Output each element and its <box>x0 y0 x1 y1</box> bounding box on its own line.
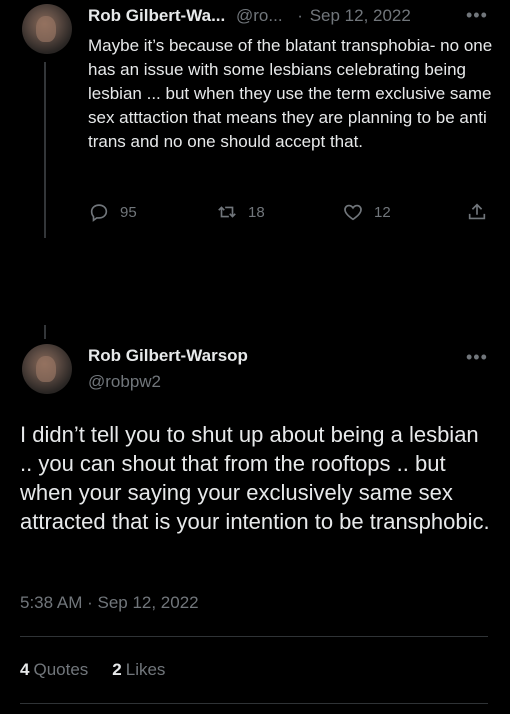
tweet-actions: 95 18 12 <box>88 201 488 225</box>
tweet-date[interactable]: Sep 12, 2022 <box>310 6 411 25</box>
tweet-header: Rob Gilbert-Wa... @ro... · Sep 12, 2022 <box>88 6 411 26</box>
tweet-text: Maybe it’s because of the blatant transp… <box>88 36 493 151</box>
quotes-count: 4 <box>20 660 30 679</box>
thread-line-top <box>44 62 46 238</box>
retweet-count: 18 <box>248 203 265 221</box>
reply-count: 95 <box>120 203 137 221</box>
separator: · <box>297 6 303 25</box>
share-icon <box>468 203 486 220</box>
more-dots-icon[interactable]: ••• <box>466 348 488 366</box>
engagement-stats: 4 Quotes 2 Likes <box>20 660 165 680</box>
share-button[interactable] <box>466 201 498 223</box>
divider <box>20 703 488 704</box>
retweet-button[interactable]: 18 <box>216 201 265 223</box>
author-handle[interactable]: @robpw2 <box>88 372 161 392</box>
likes-stat[interactable]: 2 Likes <box>112 660 165 680</box>
like-count: 12 <box>374 203 391 221</box>
author-name[interactable]: Rob Gilbert-Warsop <box>88 346 248 366</box>
likes-count: 2 <box>112 660 122 679</box>
reply-button[interactable]: 95 <box>88 201 137 223</box>
author-handle[interactable]: @ro... <box>236 6 283 25</box>
quotes-stat[interactable]: 4 Quotes <box>20 660 88 680</box>
heart-icon <box>344 204 362 221</box>
quotes-label: Quotes <box>33 660 89 679</box>
more-dots-icon[interactable]: ••• <box>466 6 488 24</box>
reply-icon <box>90 204 108 222</box>
retweet-icon <box>218 206 236 218</box>
avatar[interactable] <box>22 344 72 394</box>
tweet-text: I didn’t tell you to shut up about being… <box>20 422 490 534</box>
like-button[interactable]: 12 <box>342 201 391 223</box>
likes-label: Likes <box>125 660 166 679</box>
author-name[interactable]: Rob Gilbert-Wa... <box>88 6 225 25</box>
divider <box>20 636 488 637</box>
thread-line-bottom <box>44 325 46 339</box>
avatar[interactable] <box>22 4 72 54</box>
tweet-timestamp[interactable]: 5:38 AM · Sep 12, 2022 <box>20 593 199 613</box>
